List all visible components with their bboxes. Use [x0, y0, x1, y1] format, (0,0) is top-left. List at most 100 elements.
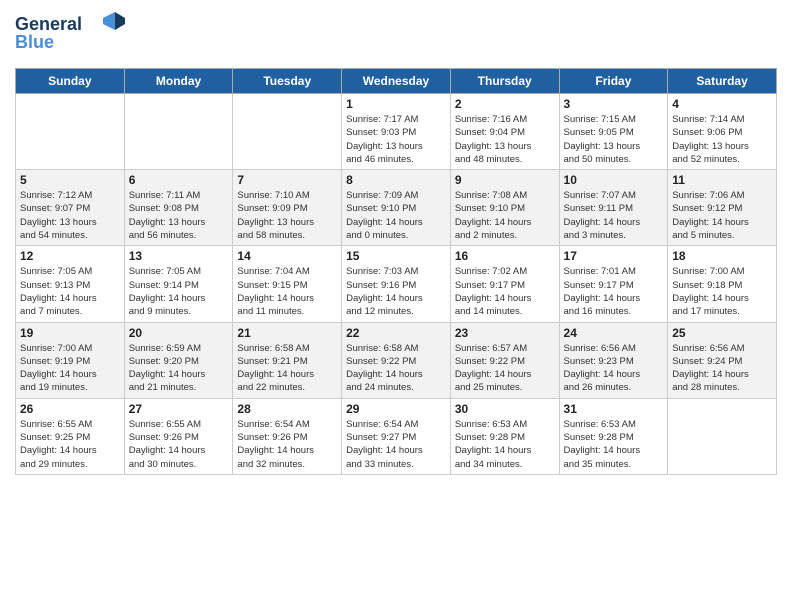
calendar-container: General Blue SundayMondayTuesdayWednesda… [0, 0, 792, 485]
week-row-4: 19 Sunrise: 7:00 AM Sunset: 9:19 PM Dayli… [16, 322, 777, 398]
day-cell: 4 Sunrise: 7:14 AM Sunset: 9:06 PM Daylig… [668, 94, 777, 170]
day-info: Sunrise: 7:04 AM Sunset: 9:15 PM Dayligh… [237, 265, 337, 318]
day-cell: 31 Sunrise: 6:53 AM Sunset: 9:28 PM Dayli… [559, 398, 668, 474]
calendar-table: SundayMondayTuesdayWednesdayThursdayFrid… [15, 68, 777, 475]
day-cell: 29Sunrise: 6:54 AM Sunset: 9:27 PM Dayli… [342, 398, 451, 474]
day-info: Sunrise: 6:56 AM Sunset: 9:24 PM Dayligh… [672, 342, 772, 395]
day-cell: 9 Sunrise: 7:08 AM Sunset: 9:10 PM Daylig… [450, 170, 559, 246]
day-cell: 18 Sunrise: 7:00 AM Sunset: 9:18 PM Dayli… [668, 246, 777, 322]
weekday-monday: Monday [124, 69, 233, 94]
day-number: 11 [672, 173, 772, 187]
day-cell: 19 Sunrise: 7:00 AM Sunset: 9:19 PM Dayli… [16, 322, 125, 398]
day-cell: 20Sunrise: 6:59 AM Sunset: 9:20 PM Dayli… [124, 322, 233, 398]
day-cell: 22 Sunrise: 6:58 AM Sunset: 9:22 PM Dayli… [342, 322, 451, 398]
day-number: 5 [20, 173, 120, 187]
day-cell [668, 398, 777, 474]
day-cell: 25 Sunrise: 6:56 AM Sunset: 9:24 PM Dayli… [668, 322, 777, 398]
day-info: Sunrise: 6:56 AM Sunset: 9:23 PM Dayligh… [564, 342, 664, 395]
day-cell: 11 Sunrise: 7:06 AM Sunset: 9:12 PM Dayli… [668, 170, 777, 246]
day-info: Sunrise: 7:12 AM Sunset: 9:07 PM Dayligh… [20, 189, 120, 242]
day-cell: 30Sunrise: 6:53 AM Sunset: 9:28 PM Dayli… [450, 398, 559, 474]
day-info: Sunrise: 7:03 AM Sunset: 9:16 PM Dayligh… [346, 265, 446, 318]
day-number: 31 [564, 402, 664, 416]
weekday-friday: Friday [559, 69, 668, 94]
day-number: 10 [564, 173, 664, 187]
day-cell: 23 Sunrise: 6:57 AM Sunset: 9:22 PM Dayli… [450, 322, 559, 398]
day-cell: 5 Sunrise: 7:12 AM Sunset: 9:07 PM Daylig… [16, 170, 125, 246]
day-number: 9 [455, 173, 555, 187]
svg-text:Blue: Blue [15, 32, 54, 52]
day-number: 8 [346, 173, 446, 187]
day-info: Sunrise: 7:01 AM Sunset: 9:17 PM Dayligh… [564, 265, 664, 318]
day-info: Sunrise: 6:59 AM Sunset: 9:20 PM Dayligh… [129, 342, 229, 395]
day-cell: 27Sunrise: 6:55 AM Sunset: 9:26 PM Dayli… [124, 398, 233, 474]
day-cell: 21 Sunrise: 6:58 AM Sunset: 9:21 PM Dayli… [233, 322, 342, 398]
day-info: Sunrise: 7:06 AM Sunset: 9:12 PM Dayligh… [672, 189, 772, 242]
day-cell: 6 Sunrise: 7:11 AM Sunset: 9:08 PM Daylig… [124, 170, 233, 246]
day-info: Sunrise: 7:00 AM Sunset: 9:19 PM Dayligh… [20, 342, 120, 395]
weekday-tuesday: Tuesday [233, 69, 342, 94]
day-cell: 1Sunrise: 7:17 AM Sunset: 9:03 PM Daylig… [342, 94, 451, 170]
logo-text: General Blue [15, 10, 125, 60]
day-number: 4 [672, 97, 772, 111]
day-number: 18 [672, 249, 772, 263]
day-info: Sunrise: 6:53 AM Sunset: 9:28 PM Dayligh… [564, 418, 664, 471]
day-number: 16 [455, 249, 555, 263]
day-cell: 2 Sunrise: 7:16 AM Sunset: 9:04 PM Daylig… [450, 94, 559, 170]
weekday-saturday: Saturday [668, 69, 777, 94]
day-cell [124, 94, 233, 170]
day-number: 28 [237, 402, 337, 416]
week-row-3: 12 Sunrise: 7:05 AM Sunset: 9:13 PM Dayli… [16, 246, 777, 322]
day-info: Sunrise: 7:05 AM Sunset: 9:13 PM Dayligh… [20, 265, 120, 318]
day-info: Sunrise: 7:07 AM Sunset: 9:11 PM Dayligh… [564, 189, 664, 242]
day-info: Sunrise: 6:57 AM Sunset: 9:22 PM Dayligh… [455, 342, 555, 395]
day-number: 13 [129, 249, 229, 263]
day-info: Sunrise: 6:54 AM Sunset: 9:26 PM Dayligh… [237, 418, 337, 471]
day-number: 22 [346, 326, 446, 340]
day-number: 27 [129, 402, 229, 416]
day-number: 25 [672, 326, 772, 340]
week-row-2: 5 Sunrise: 7:12 AM Sunset: 9:07 PM Daylig… [16, 170, 777, 246]
day-number: 29 [346, 402, 446, 416]
day-cell: 8 Sunrise: 7:09 AM Sunset: 9:10 PM Daylig… [342, 170, 451, 246]
day-info: Sunrise: 7:11 AM Sunset: 9:08 PM Dayligh… [129, 189, 229, 242]
day-number: 21 [237, 326, 337, 340]
day-cell: 13 Sunrise: 7:05 AM Sunset: 9:14 PM Dayli… [124, 246, 233, 322]
day-number: 6 [129, 173, 229, 187]
day-info: Sunrise: 7:09 AM Sunset: 9:10 PM Dayligh… [346, 189, 446, 242]
day-cell: 24 Sunrise: 6:56 AM Sunset: 9:23 PM Dayli… [559, 322, 668, 398]
header: General Blue [15, 10, 777, 60]
day-number: 3 [564, 97, 664, 111]
day-cell: 12 Sunrise: 7:05 AM Sunset: 9:13 PM Dayli… [16, 246, 125, 322]
day-info: Sunrise: 6:55 AM Sunset: 9:25 PM Dayligh… [20, 418, 120, 471]
day-info: Sunrise: 6:58 AM Sunset: 9:22 PM Dayligh… [346, 342, 446, 395]
day-cell: 17Sunrise: 7:01 AM Sunset: 9:17 PM Dayli… [559, 246, 668, 322]
day-number: 2 [455, 97, 555, 111]
day-cell: 10 Sunrise: 7:07 AM Sunset: 9:11 PM Dayli… [559, 170, 668, 246]
day-info: Sunrise: 7:08 AM Sunset: 9:10 PM Dayligh… [455, 189, 555, 242]
week-row-1: 1Sunrise: 7:17 AM Sunset: 9:03 PM Daylig… [16, 94, 777, 170]
day-cell: 26 Sunrise: 6:55 AM Sunset: 9:25 PM Dayli… [16, 398, 125, 474]
day-number: 23 [455, 326, 555, 340]
day-info: Sunrise: 7:17 AM Sunset: 9:03 PM Dayligh… [346, 113, 446, 166]
day-cell [16, 94, 125, 170]
day-cell: 7Sunrise: 7:10 AM Sunset: 9:09 PM Daylig… [233, 170, 342, 246]
weekday-thursday: Thursday [450, 69, 559, 94]
day-number: 30 [455, 402, 555, 416]
weekday-header-row: SundayMondayTuesdayWednesdayThursdayFrid… [16, 69, 777, 94]
day-info: Sunrise: 7:00 AM Sunset: 9:18 PM Dayligh… [672, 265, 772, 318]
day-info: Sunrise: 7:10 AM Sunset: 9:09 PM Dayligh… [237, 189, 337, 242]
day-number: 12 [20, 249, 120, 263]
day-cell [233, 94, 342, 170]
day-info: Sunrise: 7:02 AM Sunset: 9:17 PM Dayligh… [455, 265, 555, 318]
day-number: 26 [20, 402, 120, 416]
day-info: Sunrise: 7:05 AM Sunset: 9:14 PM Dayligh… [129, 265, 229, 318]
day-info: Sunrise: 6:58 AM Sunset: 9:21 PM Dayligh… [237, 342, 337, 395]
svg-text:General: General [15, 14, 82, 34]
day-number: 19 [20, 326, 120, 340]
weekday-sunday: Sunday [16, 69, 125, 94]
day-info: Sunrise: 7:14 AM Sunset: 9:06 PM Dayligh… [672, 113, 772, 166]
day-number: 24 [564, 326, 664, 340]
day-info: Sunrise: 7:16 AM Sunset: 9:04 PM Dayligh… [455, 113, 555, 166]
logo: General Blue [15, 10, 125, 60]
